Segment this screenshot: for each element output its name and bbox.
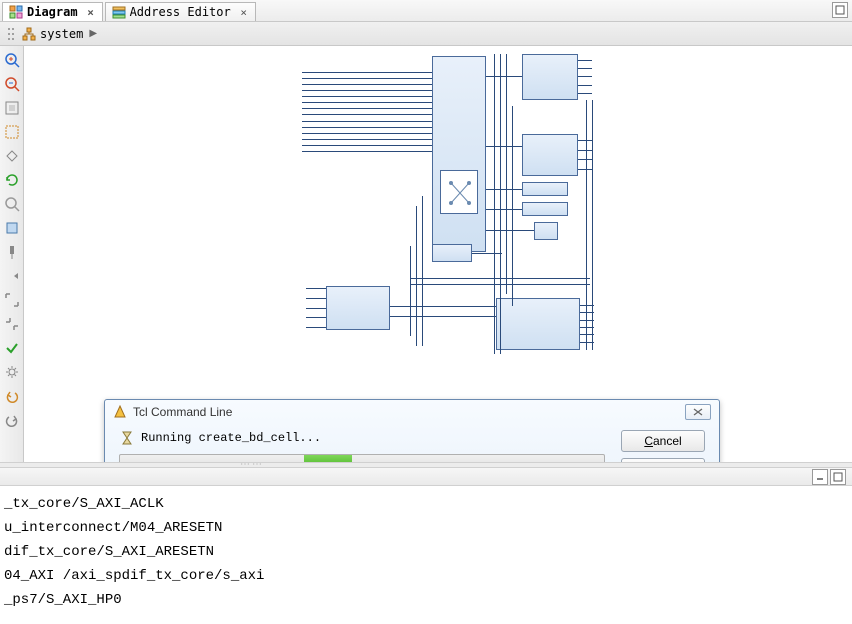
- window-controls: [832, 2, 848, 18]
- ip-block[interactable]: [522, 182, 568, 196]
- refresh-icon[interactable]: [2, 170, 22, 190]
- console-minimize-icon[interactable]: [812, 469, 828, 485]
- toolbar-grip-icon[interactable]: [4, 24, 18, 44]
- ip-block[interactable]: [522, 134, 578, 176]
- dialog-title-bar[interactable]: Tcl Command Line: [105, 400, 719, 424]
- console-maximize-icon[interactable]: [830, 469, 846, 485]
- main-area: Tcl Command Line Running create_bd_cell.…: [0, 46, 852, 462]
- wire: [494, 54, 495, 354]
- wire: [486, 230, 534, 231]
- tab-address-editor[interactable]: Address Editor ×: [105, 2, 256, 21]
- select-area-icon[interactable]: [2, 122, 22, 142]
- wire: [486, 146, 522, 147]
- cancel-button[interactable]: Cancel: [621, 430, 705, 452]
- wire: [592, 100, 593, 350]
- settings-gear-icon[interactable]: [2, 362, 22, 382]
- console-line: dif_tx_core/S_AXI_ARESETN: [4, 540, 848, 564]
- progress-bar: [119, 454, 605, 462]
- port-tool-icon[interactable]: [2, 266, 22, 286]
- wire: [410, 284, 590, 285]
- wire: [416, 206, 417, 346]
- maximize-icon[interactable]: [832, 2, 848, 18]
- progress-dialog: Tcl Command Line Running create_bd_cell.…: [104, 399, 720, 462]
- wire: [410, 246, 411, 336]
- search-icon[interactable]: [2, 194, 22, 214]
- auto-layout-icon[interactable]: [2, 146, 22, 166]
- console-line: _ps7/S_AXI_HP0: [4, 588, 848, 612]
- tab-close-icon[interactable]: ×: [84, 5, 98, 19]
- wire: [422, 196, 423, 346]
- close-icon: [692, 407, 704, 417]
- expand-icon[interactable]: [2, 290, 22, 310]
- diagram-tab-icon: [9, 5, 23, 19]
- hierarchy-icon: [22, 27, 36, 41]
- zoom-fit-icon[interactable]: [2, 98, 22, 118]
- ip-subblock[interactable]: [440, 170, 478, 214]
- collapse-icon[interactable]: [2, 314, 22, 334]
- pin-tool-icon[interactable]: [2, 242, 22, 262]
- wire: [486, 189, 522, 190]
- dialog-message: Running create_bd_cell...: [141, 431, 321, 445]
- ip-block[interactable]: [496, 298, 580, 350]
- wire: [500, 54, 501, 354]
- console-line: _tx_core/S_AXI_ACLK: [4, 492, 848, 516]
- hourglass-icon: [119, 430, 135, 446]
- block-diagram-canvas[interactable]: Tcl Command Line Running create_bd_cell.…: [24, 46, 852, 462]
- ip-block[interactable]: [326, 286, 390, 330]
- wire: [390, 306, 496, 307]
- undo-icon[interactable]: [2, 386, 22, 406]
- ip-block[interactable]: [522, 202, 568, 216]
- vertical-toolbar: [0, 46, 24, 462]
- ip-block[interactable]: [534, 222, 558, 240]
- ip-block[interactable]: [432, 244, 472, 262]
- tab-label: Address Editor: [130, 5, 231, 19]
- console-line: 04_AXI /axi_spdif_tx_core/s_axi: [4, 564, 848, 588]
- breadcrumb-item[interactable]: system: [40, 27, 83, 41]
- tab-diagram[interactable]: Diagram ×: [2, 2, 103, 21]
- tcl-console[interactable]: _tx_core/S_AXI_ACLK u_interconnect/M04_A…: [0, 486, 852, 622]
- dialog-title-text: Tcl Command Line: [133, 405, 232, 419]
- tab-label: Diagram: [27, 5, 78, 19]
- dialog-close-button[interactable]: [685, 404, 711, 420]
- wire: [486, 209, 522, 210]
- zoom-out-icon[interactable]: [2, 74, 22, 94]
- wire: [472, 253, 502, 254]
- wire: [506, 54, 507, 294]
- console-header: [0, 468, 852, 486]
- add-ip-icon[interactable]: [2, 218, 22, 238]
- tab-close-icon[interactable]: ×: [237, 5, 251, 19]
- horizontal-splitter[interactable]: [0, 462, 852, 468]
- address-editor-tab-icon: [112, 5, 126, 19]
- wire: [586, 100, 587, 350]
- zoom-in-icon[interactable]: [2, 50, 22, 70]
- wire: [390, 316, 496, 317]
- app-icon: [113, 405, 127, 419]
- progress-indicator: [304, 455, 352, 462]
- chevron-right-icon: ▶: [89, 28, 97, 39]
- ip-block[interactable]: [522, 54, 578, 100]
- console-line: u_interconnect/M04_ARESETN: [4, 516, 848, 540]
- validate-icon[interactable]: [2, 338, 22, 358]
- wire: [410, 278, 590, 279]
- wire: [512, 106, 513, 306]
- ip-block-interconnect[interactable]: [432, 56, 486, 252]
- redo-icon[interactable]: [2, 410, 22, 430]
- wire-bus: [302, 72, 432, 152]
- tab-bar: Diagram × Address Editor ×: [0, 0, 852, 22]
- wire: [486, 76, 522, 77]
- breadcrumb-bar: system ▶: [0, 22, 852, 46]
